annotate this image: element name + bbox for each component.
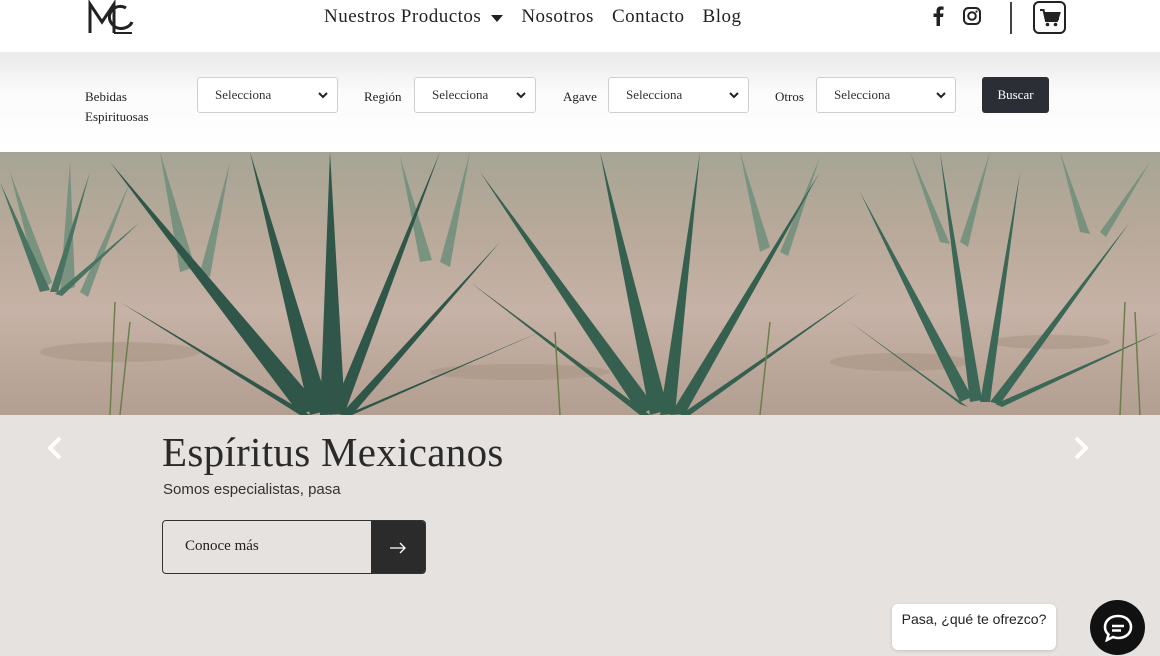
filter-label-agave: Agave xyxy=(563,89,597,104)
site-header: Nuestros Productos Nosotros Contacto Blo… xyxy=(0,0,1160,52)
nav-nuestros-productos[interactable]: Nuestros Productos xyxy=(324,6,504,28)
filter-label-bebidas: Bebidas Espirituosas xyxy=(85,87,149,127)
social-links xyxy=(928,5,982,27)
agave-field-photo xyxy=(0,152,1160,415)
label-line: Espirituosas xyxy=(85,109,149,124)
facebook-icon[interactable] xyxy=(928,5,948,27)
cta-label: Conoce más xyxy=(185,538,259,554)
filter-label-otros: Otros xyxy=(775,89,804,104)
filter-bar: Bebidas Espirituosas Selecciona Región S… xyxy=(0,52,1160,152)
select-value: Selecciona xyxy=(626,87,683,102)
nav-label: Contacto xyxy=(611,6,685,27)
chat-icon[interactable] xyxy=(1090,600,1145,655)
region-select[interactable]: Selecciona xyxy=(414,77,536,113)
chevron-down-icon xyxy=(318,92,328,99)
chevron-down-icon xyxy=(516,92,526,99)
instagram-icon[interactable] xyxy=(962,5,982,27)
conoce-mas-button[interactable]: Conoce más xyxy=(162,520,426,574)
caret-down-icon xyxy=(491,14,504,22)
arrow-right-icon xyxy=(371,521,425,573)
otros-select[interactable]: Selecciona xyxy=(816,77,956,113)
select-value: Selecciona xyxy=(432,87,489,102)
shopping-cart-icon[interactable] xyxy=(1033,1,1066,34)
bebidas-select[interactable]: Selecciona xyxy=(197,77,338,113)
nav-label: Nuestros Productos xyxy=(324,6,482,27)
nav-nosotros[interactable]: Nosotros xyxy=(521,6,594,28)
chevron-down-icon xyxy=(729,92,739,99)
label-line: Bebidas xyxy=(85,89,127,104)
nav-blog[interactable]: Blog xyxy=(703,6,742,28)
nav-label: Blog xyxy=(702,6,742,27)
nav-contacto[interactable]: Contacto xyxy=(612,6,685,28)
select-value: Selecciona xyxy=(215,87,272,102)
hero-subtitle: Somos especialistas, pasa xyxy=(163,481,341,498)
header-divider xyxy=(1010,2,1012,34)
monogram-logo[interactable] xyxy=(86,0,136,36)
agave-select[interactable]: Selecciona xyxy=(608,77,749,113)
chat-bubble[interactable]: Pasa, ¿qué te ofrezco? xyxy=(892,604,1056,650)
chevron-left-icon[interactable] xyxy=(46,436,66,460)
select-value: Selecciona xyxy=(834,87,891,102)
search-button[interactable]: Buscar xyxy=(982,77,1049,113)
nav-label: Nosotros xyxy=(521,6,594,27)
chevron-right-icon[interactable] xyxy=(1070,436,1090,460)
main-nav: Nuestros Productos Nosotros Contacto Blo… xyxy=(324,6,742,28)
filter-label-region: Región xyxy=(364,89,402,104)
chevron-down-icon xyxy=(936,92,946,99)
hero-title: Espíritus Mexicanos xyxy=(162,429,504,475)
